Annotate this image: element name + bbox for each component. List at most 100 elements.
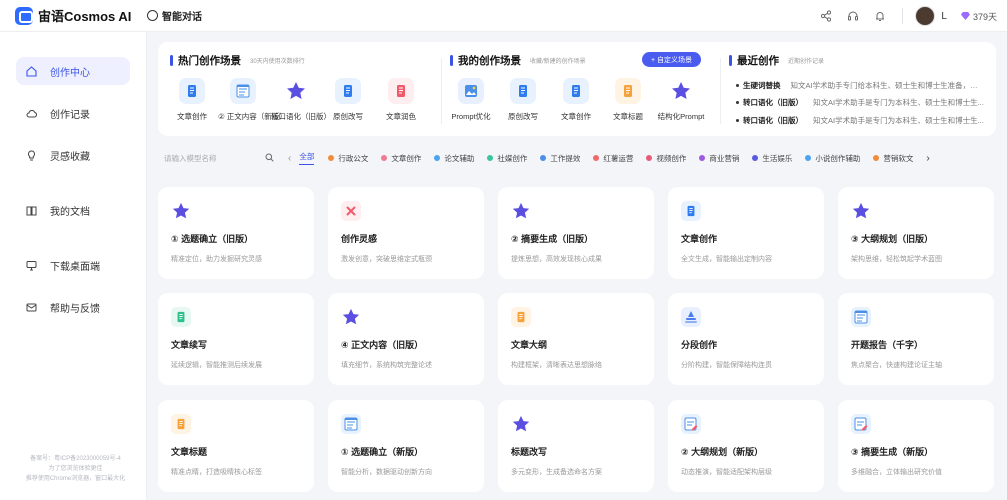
- category-tab[interactable]: 商业营销: [699, 153, 739, 164]
- scene-card[interactable]: 文章续写 延续逻辑，智能推测后续发展: [158, 293, 314, 385]
- category-tab[interactable]: 小说创作辅助: [805, 153, 860, 164]
- category-tab[interactable]: 社媒创作: [487, 153, 527, 164]
- share-icon[interactable]: [820, 10, 832, 22]
- my-scene-item[interactable]: 文章标题: [603, 78, 653, 122]
- doc-orange-icon: [511, 307, 531, 327]
- recent-item[interactable]: 转口语化（旧版） 知文AI学术助手是专门为本科生、硕士生和博士生...: [736, 115, 986, 126]
- category-tab[interactable]: 行政公文: [328, 153, 368, 164]
- star-icon: [283, 78, 309, 104]
- sidebar-item-label: 帮助与反馈: [50, 303, 100, 315]
- doc-orange-icon: [615, 78, 641, 104]
- avatar[interactable]: [915, 6, 936, 26]
- custom-scene-button[interactable]: + 自定义场景: [642, 52, 701, 67]
- star-icon: [511, 201, 531, 221]
- hot-scene-item[interactable]: ② 正文内容（新版）: [218, 78, 287, 122]
- hot-scenes-header: 热门创作场景 30天内使用次数排行: [170, 53, 305, 68]
- smart-chat-tab[interactable]: 智能对话: [147, 8, 202, 23]
- scenes-panel: 热门创作场景 30天内使用次数排行 文章创作 ② 正文内容（新版） 转口语化（旧…: [158, 42, 996, 136]
- smart-chat-label: 智能对话: [162, 12, 202, 23]
- search-input[interactable]: [164, 153, 254, 163]
- sidebar-item-download[interactable]: 下载桌面端: [16, 251, 130, 279]
- card-description: 激发创意，突破思维定式瓶颈: [341, 256, 432, 263]
- scene-card[interactable]: 文章标题 精准点睛，打造吸睛核心标签: [158, 400, 314, 492]
- scene-card[interactable]: ② 摘要生成（旧版） 提炼思想，高效发现核心成果: [498, 187, 654, 279]
- divider: [902, 8, 904, 24]
- sidebar-item-creation-records[interactable]: 创作记录: [16, 99, 130, 127]
- scene-card[interactable]: 创作灵感 激发创意，突破思维定式瓶颈: [328, 187, 484, 279]
- my-scene-item[interactable]: 文章创作: [551, 78, 601, 122]
- recent-item[interactable]: 生硬词替换 知文AI学术助手专门给本科生、硕士生和博士生准备，是...: [736, 80, 986, 91]
- category-label: 社媒创作: [497, 153, 528, 163]
- scene-card[interactable]: ① 选题确立（旧版） 精准定位，助力发掘研究灵感: [158, 187, 314, 279]
- sidebar-item-label: 下载桌面端: [50, 261, 100, 273]
- chevron-left-icon[interactable]: ‹: [288, 153, 291, 164]
- search-icon[interactable]: [265, 151, 274, 165]
- category-tab[interactable]: 全部: [299, 151, 315, 165]
- bell-icon[interactable]: [874, 10, 886, 22]
- logo-icon: [15, 6, 33, 25]
- sidebar: 创作中心 创作记录 灵感收藏 我的文档 下载桌面端 帮助与反馈 备案号：粤ICP…: [0, 32, 147, 500]
- scene-card[interactable]: ① 选题确立（新版） 智能分析，数据驱动创新方向: [328, 400, 484, 492]
- category-tab[interactable]: 营销软文: [873, 153, 913, 164]
- scene-card[interactable]: 分段创作 分阶构建，智能保障结构连贯: [668, 293, 824, 385]
- category-tab[interactable]: 视频创作: [646, 153, 686, 164]
- sidebar-item-inspiration[interactable]: 灵感收藏: [16, 141, 130, 169]
- prompt-image-icon: [458, 78, 484, 104]
- category-dot: [646, 155, 653, 161]
- sidebar-item-my-docs[interactable]: 我的文档: [16, 196, 130, 224]
- headset-icon[interactable]: [847, 10, 859, 22]
- recent-item[interactable]: 转口语化（旧版） 知文AI学术助手是专门为本科生、硕士生和博士生...: [736, 97, 986, 108]
- category-dot: [805, 155, 812, 161]
- section-title: 最近创作: [737, 55, 779, 67]
- membership-badge[interactable]: 379天: [960, 10, 997, 23]
- sidebar-item-label: 创作中心: [50, 67, 90, 79]
- scene-card[interactable]: ③ 大纲规划（旧版） 架构思维，轻松筑起学术蓝图: [838, 187, 994, 279]
- browser-tip: 为了您浏览体验更佳: [48, 466, 103, 472]
- hot-scene-item[interactable]: 文章润色: [376, 78, 426, 122]
- card-description: 提炼思想，高效发现核心成果: [511, 256, 602, 263]
- category-dot: [593, 155, 600, 161]
- category-tab[interactable]: 红薯运营: [593, 153, 633, 164]
- scene-card[interactable]: 文章大纲 构建框架，清晰表达思想脉络: [498, 293, 654, 385]
- sidebar-item-help[interactable]: 帮助与反馈: [16, 293, 130, 321]
- my-scene-item[interactable]: Prompt优化: [446, 78, 496, 122]
- card-title: 文章大纲: [511, 340, 548, 350]
- sidebar-item-creation-center[interactable]: 创作中心: [16, 57, 130, 85]
- chevron-right-icon[interactable]: ›: [926, 153, 929, 164]
- user-name[interactable]: L: [941, 11, 947, 22]
- section-subtitle: 30天内使用次数排行: [250, 59, 305, 65]
- card-title: ② 摘要生成（旧版）: [511, 234, 594, 244]
- category-tab[interactable]: 文章创作: [381, 153, 421, 164]
- hot-scene-item[interactable]: 转口语化（旧版）: [271, 78, 331, 122]
- category-tab[interactable]: 工作提效: [540, 153, 580, 164]
- category-tab[interactable]: 生活娱乐: [752, 153, 792, 164]
- card-title: 文章续写: [171, 340, 208, 350]
- doc-blue-icon: [335, 78, 361, 104]
- hot-scene-item[interactable]: 文章创作: [167, 78, 217, 122]
- scene-card[interactable]: ④ 正文内容（旧版） 填充细节，系统构筑完整论述: [328, 293, 484, 385]
- membership-days: 379天: [972, 11, 997, 22]
- scene-card[interactable]: 标题改写 多元变形，生成备选命名方案: [498, 400, 654, 492]
- filter-bar: ‹ 全部 行政公文 文章创作 论文辅助 社媒创作 工作提效 红薯运营 视频创作 商业营销 生活娱乐…: [158, 148, 996, 168]
- card-description: 动态推演，智能适配架构层级: [681, 469, 772, 476]
- category-label: 商业营销: [709, 153, 740, 163]
- category-label: 红薯运营: [603, 153, 634, 163]
- recent-header: 最近创作 近期创作记录: [729, 53, 824, 68]
- scene-card[interactable]: ② 大纲规划（新版） 动态推演，智能适配架构层级: [668, 400, 824, 492]
- hot-scene-item[interactable]: 原创改写: [323, 78, 373, 122]
- section-subtitle: 近期创作记录: [788, 59, 825, 65]
- card-title: 文章标题: [171, 447, 208, 457]
- my-scene-item[interactable]: 原创改写: [498, 78, 548, 122]
- category-tab[interactable]: 论文辅助: [434, 153, 474, 164]
- app-logo[interactable]: 宙语Cosmos AI: [0, 6, 147, 25]
- scene-card[interactable]: 文章创作 全文生成，智能输出定制内容: [668, 187, 824, 279]
- doc-blue-icon: [681, 201, 701, 221]
- card-description: 填充细节，系统构筑完整论述: [341, 362, 432, 369]
- card-title: ④ 正文内容（旧版）: [341, 340, 424, 350]
- scene-card[interactable]: ③ 摘要生成（新版） 多维融合，立体输出研究价值: [838, 400, 994, 492]
- my-scene-item[interactable]: 结构化Prompt: [656, 78, 706, 122]
- card-title: ① 选题确立（新版）: [341, 447, 424, 457]
- card-title: ① 选题确立（旧版）: [171, 234, 254, 244]
- scene-card[interactable]: 开题报告（千字） 焦点聚合，快速构建论证主轴: [838, 293, 994, 385]
- doc-red-icon: [388, 78, 414, 104]
